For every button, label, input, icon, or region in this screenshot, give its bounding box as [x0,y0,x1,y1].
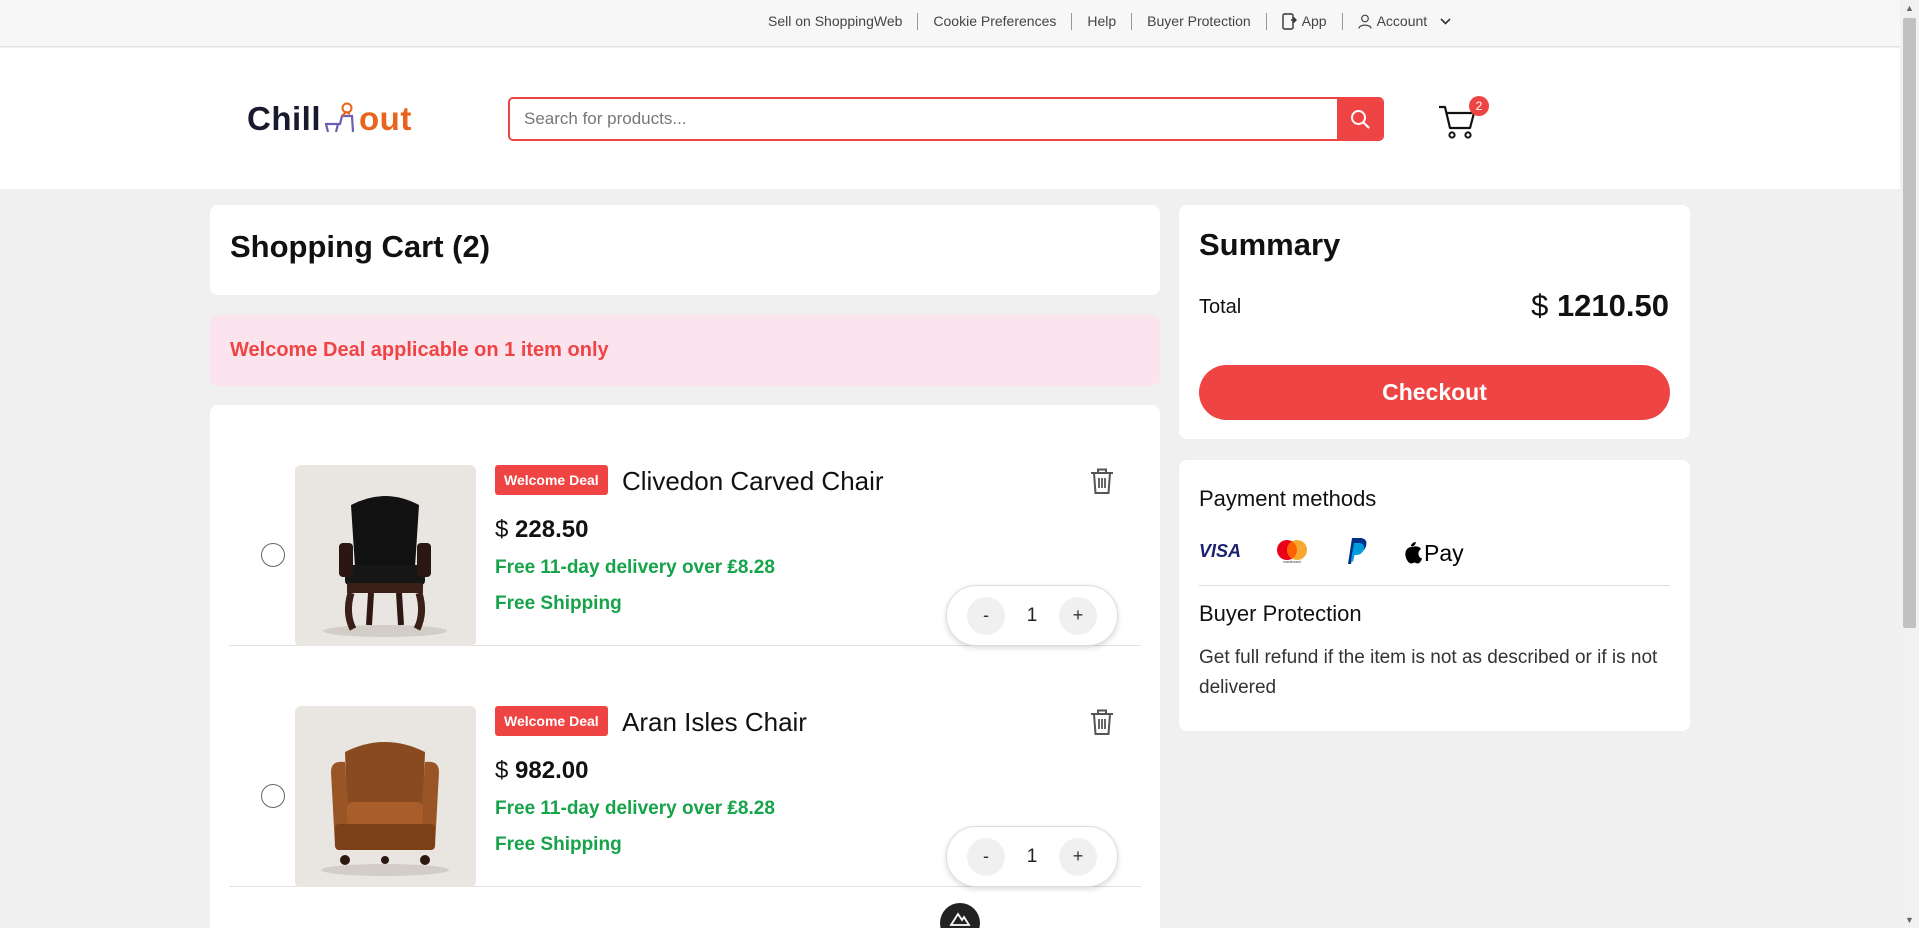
site-header: Chill out 2 [0,48,1900,189]
total-value: $ 1210.50 [1531,288,1669,324]
quantity-value: 1 [1026,845,1038,867]
product-name[interactable]: Clivedon Carved Chair [622,466,884,497]
product-name[interactable]: Aran Isles Chair [622,707,807,738]
account-label: Account [1376,13,1428,29]
sell-link[interactable]: Sell on ShoppingWeb [755,13,919,30]
quantity-value: 1 [1026,604,1038,626]
search-input[interactable] [510,99,1337,139]
delivery-info: Free 11-day delivery over ₤8.28 [495,798,775,819]
search-icon [1350,110,1370,129]
payment-card: Payment methods VISA mastercard Pay Buye… [1179,460,1690,731]
app-link[interactable]: App [1267,13,1343,30]
product-image[interactable] [295,465,476,646]
product-image[interactable] [295,706,476,887]
buyer-protection-text: Get full refund if the item is not as de… [1199,647,1658,698]
logo-text-chill: Chill [247,100,321,137]
user-icon [1357,14,1372,29]
scrollbar-thumb[interactable] [1903,18,1916,628]
delivery-info: Free 11-day delivery over ₤8.28 [495,557,775,578]
top-bar-links: Sell on ShoppingWeb Cookie Preferences H… [755,13,1466,30]
apple-pay-text: Pay [1424,540,1464,566]
logo[interactable]: Chill out [247,100,412,138]
mastercard-icon: mastercard [1275,538,1309,564]
decrease-quantity-button[interactable]: - [967,596,1005,635]
help-link[interactable]: Help [1072,13,1133,30]
logo-text-out: out [359,100,412,137]
currency-symbol: $ [1531,288,1549,323]
increase-quantity-button[interactable]: + [1058,837,1097,876]
deal-banner: Welcome Deal applicable on 1 item only [210,315,1160,386]
logo-chair-icon [324,102,355,133]
visa-icon: VISA [1199,540,1243,562]
trash-icon [1091,468,1113,494]
payment-methods-title: Payment methods [1199,486,1377,511]
currency-symbol: $ [495,757,509,784]
buyer-protection-title: Buyer Protection [1199,601,1362,626]
delete-item-button[interactable] [1089,467,1115,495]
quantity-stepper: - 1 + [946,585,1118,646]
app-download-icon [1281,13,1297,30]
cart-item: Welcome Deal Aran Isles Chair $ 982.00 F… [229,646,1141,887]
search-bar [508,97,1384,141]
scroll-down-icon[interactable]: ▼ [1905,915,1914,925]
buyer-protection-link[interactable]: Buyer Protection [1132,13,1267,30]
summary-card: Summary Total $ 1210.50 Checkout [1179,205,1690,439]
mastercard-text: mastercard [1283,560,1301,564]
checkout-button[interactable]: Checkout [1199,365,1670,420]
account-link[interactable]: Account [1343,13,1467,30]
cookie-preferences-link[interactable]: Cookie Preferences [918,13,1073,30]
total-amount: 1210.50 [1556,288,1669,323]
chevron-down-icon[interactable] [1432,13,1451,30]
price-value: 228.50 [515,516,589,543]
welcome-deal-badge: Welcome Deal [495,465,608,495]
shipping-info: Free Shipping [495,593,622,614]
app-label: App [1301,13,1327,29]
page-scrollbar[interactable]: ▲ ▼ [1900,0,1919,928]
mountain-logo-icon [949,912,971,926]
paypal-icon [1341,536,1369,566]
select-item-radio[interactable] [261,784,285,808]
product-price: $ 982.00 [495,757,588,785]
scroll-up-icon[interactable]: ▲ [1905,3,1914,13]
summary-title: Summary [1199,227,1341,262]
divider [1199,585,1670,586]
currency-symbol: $ [495,516,509,543]
cart-button[interactable]: 2 [1437,96,1489,142]
page-title: Shopping Cart (2) [230,229,491,264]
cart-items-card: Welcome Deal Clivedon Carved Chair $ 228… [210,405,1160,928]
product-price: $ 228.50 [495,516,588,544]
delete-item-button[interactable] [1089,708,1115,736]
search-button[interactable] [1337,99,1382,139]
cart-count-badge: 2 [1469,96,1489,116]
total-label: Total [1199,296,1242,318]
increase-quantity-button[interactable]: + [1058,596,1097,635]
visa-text: VISA [1199,541,1241,561]
shipping-info: Free Shipping [495,834,622,855]
decrease-quantity-button[interactable]: - [967,837,1005,876]
payment-methods-list: VISA mastercard Pay [1199,533,1505,569]
quantity-stepper: - 1 + [946,826,1118,887]
apple-pay-icon: Pay [1401,536,1473,566]
deal-banner-text: Welcome Deal applicable on 1 item only [230,339,609,361]
black-leather-chair-image [295,465,476,646]
trash-icon [1091,709,1113,735]
brown-leather-armchair-image [295,706,476,887]
cart-item: Welcome Deal Clivedon Carved Chair $ 228… [229,405,1141,646]
select-item-radio[interactable] [261,543,285,567]
top-bar: Sell on ShoppingWeb Cookie Preferences H… [0,0,1900,47]
price-value: 982.00 [515,757,589,784]
welcome-deal-badge: Welcome Deal [495,706,608,736]
cart-title-card: Shopping Cart (2) [210,205,1160,295]
